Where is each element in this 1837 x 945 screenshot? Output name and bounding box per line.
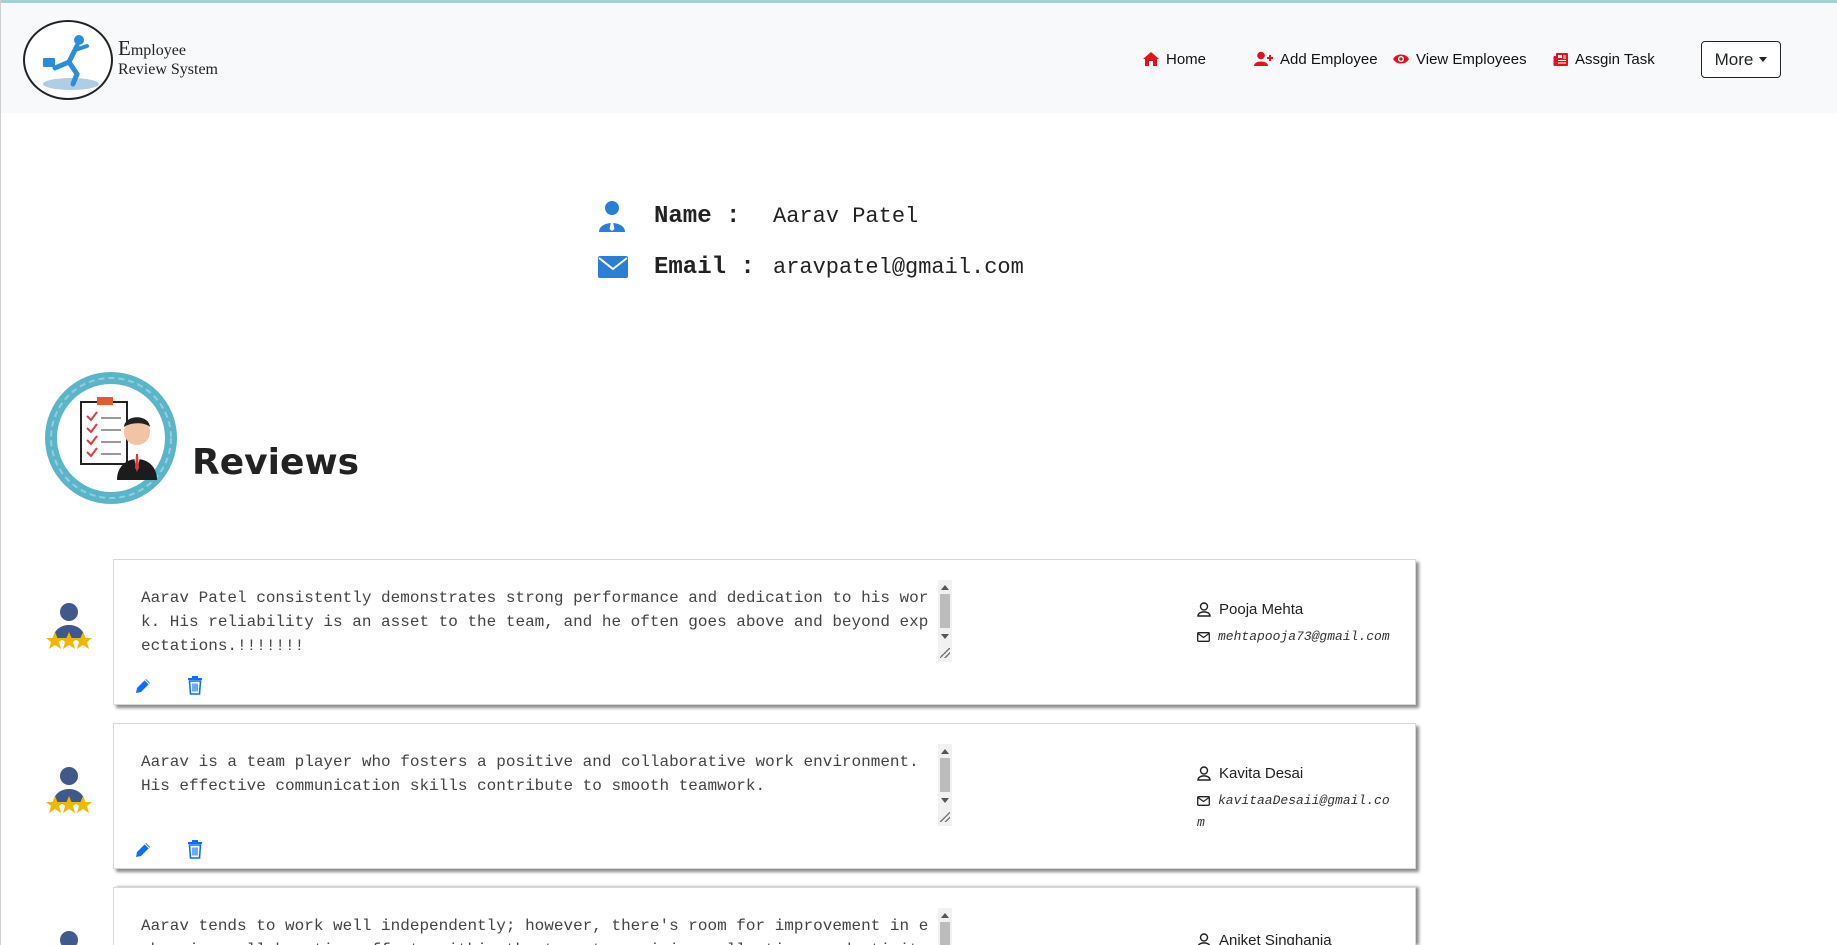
review-author: Kavita Desai	[1197, 765, 1303, 782]
review-author-name: Kavita Desai	[1219, 765, 1304, 782]
envelope-icon	[598, 256, 628, 278]
email-label: Email :	[654, 253, 755, 281]
nav-home-label: Home	[1166, 50, 1207, 68]
reviewer-star-icon	[43, 928, 95, 945]
envelope-outline-icon	[1197, 631, 1210, 642]
trash-icon[interactable]	[187, 840, 203, 859]
edit-pencil-icon[interactable]	[134, 677, 152, 695]
name-value: Aarav Patel	[773, 203, 919, 229]
review-scrollbar[interactable]	[938, 744, 952, 826]
reviews-avatar	[45, 372, 177, 504]
edit-pencil-icon[interactable]	[134, 841, 152, 859]
more-dropdown-button[interactable]: More	[1701, 41, 1781, 78]
resize-grip-icon[interactable]	[940, 812, 950, 822]
scroll-up-arrow-icon[interactable]	[941, 585, 949, 590]
scroll-thumb[interactable]	[940, 922, 950, 945]
scroll-down-arrow-icon[interactable]	[941, 634, 949, 639]
brand-line1: mployee	[130, 42, 186, 59]
more-button-label: More	[1714, 49, 1754, 69]
brand-title: Employee Review System	[118, 36, 218, 79]
nav-home[interactable]: Home	[1142, 49, 1206, 69]
nav-add-employee-label: Add Employee	[1280, 50, 1378, 68]
name-row: Name : Aarav Patel	[598, 200, 918, 232]
brand-line2: Review System	[118, 61, 218, 78]
reviewer-star-icon	[43, 600, 95, 658]
review-card: Aarav Patel consistently demonstrates st…	[113, 559, 1416, 705]
resize-grip-icon[interactable]	[940, 648, 950, 658]
brand-initial: E	[118, 36, 131, 60]
reviewer-checklist-icon	[50, 377, 172, 499]
email-value: aravpatel@gmail.com	[773, 254, 1024, 280]
scroll-thumb[interactable]	[940, 594, 950, 628]
name-label: Name :	[654, 202, 741, 230]
review-author-name: Aniket Singhania	[1219, 932, 1332, 945]
review-textarea[interactable]: Aarav is a team player who fosters a pos…	[141, 750, 934, 828]
review-card: Aarav tends to work well independently; …	[113, 887, 1416, 945]
caret-down-icon	[1759, 57, 1768, 62]
review-card: Aarav is a team player who fosters a pos…	[113, 723, 1416, 869]
review-textarea[interactable]: Aarav tends to work well independently; …	[141, 914, 934, 945]
scroll-up-arrow-icon[interactable]	[941, 913, 949, 918]
reviews-title: Reviews	[192, 442, 360, 483]
review-author-name: Pooja Mehta	[1219, 601, 1304, 618]
review-textarea[interactable]: Aarav Patel consistently demonstrates st…	[141, 586, 934, 664]
nav-assign-task[interactable]: Assgin Task	[1553, 49, 1655, 69]
review-author-email: mehtapooja73@gmail.com	[1197, 626, 1397, 648]
nav-assign-task-label: Assgin Task	[1575, 50, 1655, 68]
user-outline-icon	[1198, 933, 1210, 945]
user-tie-icon	[599, 201, 625, 232]
trash-icon[interactable]	[187, 676, 203, 695]
logo-runner-icon	[43, 35, 99, 90]
home-icon	[1143, 52, 1159, 66]
scroll-thumb[interactable]	[940, 758, 950, 792]
user-outline-icon	[1197, 602, 1211, 617]
review-author: Pooja Mehta	[1197, 601, 1303, 618]
newspaper-icon	[1553, 52, 1568, 66]
reviewer-star-icon	[43, 764, 95, 822]
review-scrollbar[interactable]	[938, 580, 952, 662]
nav-view-employees-label: View Employees	[1416, 50, 1527, 68]
logo[interactable]	[23, 20, 113, 100]
navbar: Employee Review System Home Add Employee…	[1, 3, 1837, 113]
review-scrollbar[interactable]	[938, 908, 952, 945]
user-outline-icon	[1197, 766, 1211, 781]
eye-icon	[1393, 54, 1409, 64]
envelope-outline-icon	[1197, 795, 1210, 806]
review-author: Aniket Singhania	[1197, 932, 1332, 945]
review-author-email-text: mehtapooja73@gmail.com	[1218, 629, 1390, 644]
user-plus-icon	[1254, 51, 1273, 66]
scroll-down-arrow-icon[interactable]	[941, 798, 949, 803]
review-author-email: kavitaaDesaii@gmail.com	[1197, 790, 1397, 834]
email-row: Email : aravpatel@gmail.com	[598, 254, 1024, 281]
nav-add-employee[interactable]: Add Employee	[1254, 49, 1378, 69]
review-author-email-text: kavitaaDesaii@gmail.com	[1197, 793, 1390, 830]
nav-view-employees[interactable]: View Employees	[1392, 49, 1527, 69]
scroll-up-arrow-icon[interactable]	[941, 749, 949, 754]
